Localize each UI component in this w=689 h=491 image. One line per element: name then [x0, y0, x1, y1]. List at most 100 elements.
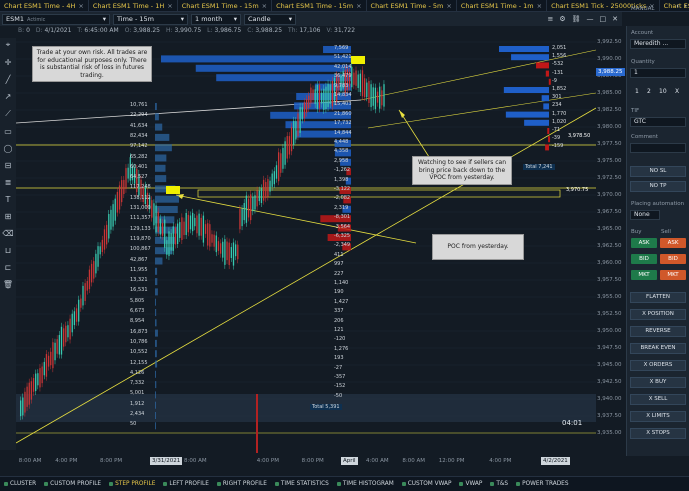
layers-icon[interactable]: ≡ — [547, 12, 553, 26]
chart-tab[interactable]: Chart ESM1 Time - 1m × — [457, 0, 548, 11]
minimize-icon[interactable]: — — [587, 12, 594, 26]
pin-icon[interactable]: ⌖ — [6, 40, 11, 50]
indicator-toggle[interactable]: T&S — [486, 481, 512, 487]
qty-btn-2[interactable]: 2 — [647, 88, 651, 95]
buy-ask-button[interactable]: ASK — [631, 238, 657, 248]
ray-icon[interactable]: ⟋ — [5, 109, 11, 119]
close-icon[interactable]: × — [537, 2, 542, 10]
trend-line-icon[interactable]: ╱ — [6, 75, 11, 84]
sell-mkt-button[interactable]: MKT — [660, 270, 686, 280]
indicator-toggle[interactable]: CUSTOM PROFILE — [40, 481, 105, 487]
fibonacci-icon[interactable]: ≣ — [5, 178, 12, 187]
volume-profile-bar — [155, 298, 157, 306]
action-x-limits-button[interactable]: X LIMITS — [630, 411, 686, 422]
vp-mid-label: -3,122 — [334, 186, 351, 192]
text-icon[interactable]: T — [6, 195, 11, 204]
chevron-left-icon[interactable]: ‹ — [676, 0, 679, 11]
candle-body — [308, 95, 310, 109]
quantity-input[interactable]: 1 — [630, 68, 686, 78]
no-sl-button[interactable]: NO SL — [630, 166, 686, 177]
magnet-icon[interactable]: ⊔ — [5, 246, 11, 255]
rectangle-icon[interactable]: ▭ — [4, 127, 12, 136]
vp-mid-label: -2,349 — [334, 242, 351, 249]
period-selector[interactable]: 1 month ▾ — [191, 13, 241, 25]
indicator-toggle[interactable]: VWAP — [455, 481, 486, 487]
indicator-toggle[interactable]: TIME STATISTICS — [271, 481, 333, 487]
action-x-buy-button[interactable]: X BUY — [630, 377, 686, 388]
volume-profile-bar — [155, 350, 157, 358]
ruler-icon[interactable]: ⊞ — [5, 212, 12, 221]
tif-select[interactable]: GTC — [630, 117, 686, 127]
eraser-icon[interactable]: ⌫ — [2, 229, 13, 238]
buy-mkt-button[interactable]: MKT — [631, 270, 657, 280]
candle-body — [286, 136, 288, 159]
action-x-sell-button[interactable]: X SELL — [630, 394, 686, 405]
action-x-position-button[interactable]: X POSITION — [630, 309, 686, 320]
vp-mid-label: 17,732 — [334, 120, 352, 127]
close-icon[interactable]: × — [167, 2, 172, 10]
indicator-toggle[interactable]: TIME HISTOGRAM — [333, 481, 398, 487]
ellipse-icon[interactable]: ◯ — [4, 144, 13, 153]
arrow-icon[interactable]: ↗ — [5, 92, 12, 101]
action-break-even-button[interactable]: BREAK EVEN — [630, 343, 686, 354]
chart-tab[interactable]: Chart ESM1 Time - 15m × — [178, 0, 273, 11]
chart-tab[interactable]: Chart ESM1 Time - 1H × — [89, 0, 178, 11]
toggle-icon — [274, 482, 279, 486]
comment-input[interactable] — [630, 143, 686, 153]
volume-profile-bar — [155, 391, 156, 399]
price-chart[interactable]: 10,761 22,294 41,634 82,434 97,142 65,282 60,4… — [16, 38, 596, 453]
action-x-stops-button[interactable]: X STOPS — [630, 428, 686, 439]
buy-bid-button[interactable]: BID — [631, 254, 657, 264]
symbol-selector[interactable]: ESM1 Actimic ▾ — [2, 13, 110, 25]
no-tp-button[interactable]: NO TP — [630, 181, 686, 192]
candle-body — [116, 191, 119, 213]
qty-btn-1[interactable]: 1 — [635, 88, 639, 95]
action-flatten-button[interactable]: FLATTEN — [630, 292, 686, 303]
indicator-toggle[interactable]: POWER TRADES — [512, 481, 572, 487]
indicator-toggle[interactable]: LEFT PROFILE — [159, 481, 213, 487]
candle-body — [24, 391, 26, 413]
indicator-toggle[interactable]: RIGHT PROFILE — [213, 481, 271, 487]
indicator-toggle[interactable]: STEP PROFILE — [105, 481, 159, 487]
chart-tab[interactable]: Chart ESM1 Time - 4H × — [0, 0, 89, 11]
indicator-toggle[interactable]: CLUSTER — [0, 481, 40, 487]
date-marker: 4/2/2021 — [541, 457, 570, 465]
candle-body — [361, 70, 364, 97]
link-icon[interactable]: ⛓ — [572, 12, 581, 26]
time-axis[interactable]: 8:00 AM 4:00 PM 8:00 PM 4:00 PM 8:00 PM 4:00 … — [16, 456, 596, 466]
price-axis[interactable]: 3,992.50 3,990.00 3,987.50 3,985.00 3,982.50… — [596, 26, 626, 456]
vp-left-label: 42,867 — [130, 256, 148, 263]
toggle-icon — [459, 482, 464, 486]
sell-ask-button[interactable]: ASK — [660, 238, 686, 248]
poc-highlight — [166, 186, 180, 194]
close-icon[interactable]: × — [262, 2, 267, 10]
candle-body — [381, 90, 383, 106]
horizontal-line-icon[interactable]: ⊟ — [5, 161, 12, 170]
chart-tab[interactable]: Chart ESM1 Time - 5m × — [367, 0, 457, 11]
account-select[interactable]: Meredith ... — [630, 39, 686, 49]
qty-btn-x[interactable]: X — [675, 88, 679, 95]
order-entry-panel: MANUAL Account Meredith ... Quantity 1 1… — [626, 6, 689, 456]
settings-icon[interactable]: ⚙ — [559, 12, 565, 26]
action-reverse-button[interactable]: REVERSE — [630, 326, 686, 337]
chart-type-selector[interactable]: Candle ▾ — [244, 13, 296, 25]
crosshair-icon[interactable]: ✛ — [5, 58, 12, 67]
interval-selector[interactable]: Time - 15m ▾ — [113, 13, 188, 25]
vp-mid-label: 7,569 — [334, 45, 349, 51]
indicator-toggle[interactable]: CUSTOM VWAP — [398, 481, 456, 487]
trash-icon[interactable]: 🗑 — [3, 280, 13, 289]
close-icon[interactable]: ✕ — [612, 12, 618, 26]
chevron-right-icon[interactable]: › — [684, 0, 687, 11]
chart-tab[interactable]: Chart ESM1 Time - 15m × — [272, 0, 367, 11]
close-icon[interactable]: × — [356, 2, 361, 10]
dom-label: 234 — [552, 102, 562, 109]
close-icon[interactable]: × — [78, 2, 83, 10]
action-x-orders-button[interactable]: X ORDERS — [630, 360, 686, 371]
placing-select[interactable]: None — [630, 210, 660, 220]
close-icon[interactable]: × — [446, 2, 451, 10]
sell-bid-button[interactable]: BID — [660, 254, 686, 264]
lock-icon[interactable]: ⊏ — [5, 263, 12, 272]
qty-btn-10[interactable]: 10 — [659, 88, 667, 95]
candle-body — [179, 222, 181, 238]
maximize-icon[interactable]: □ — [600, 12, 607, 26]
